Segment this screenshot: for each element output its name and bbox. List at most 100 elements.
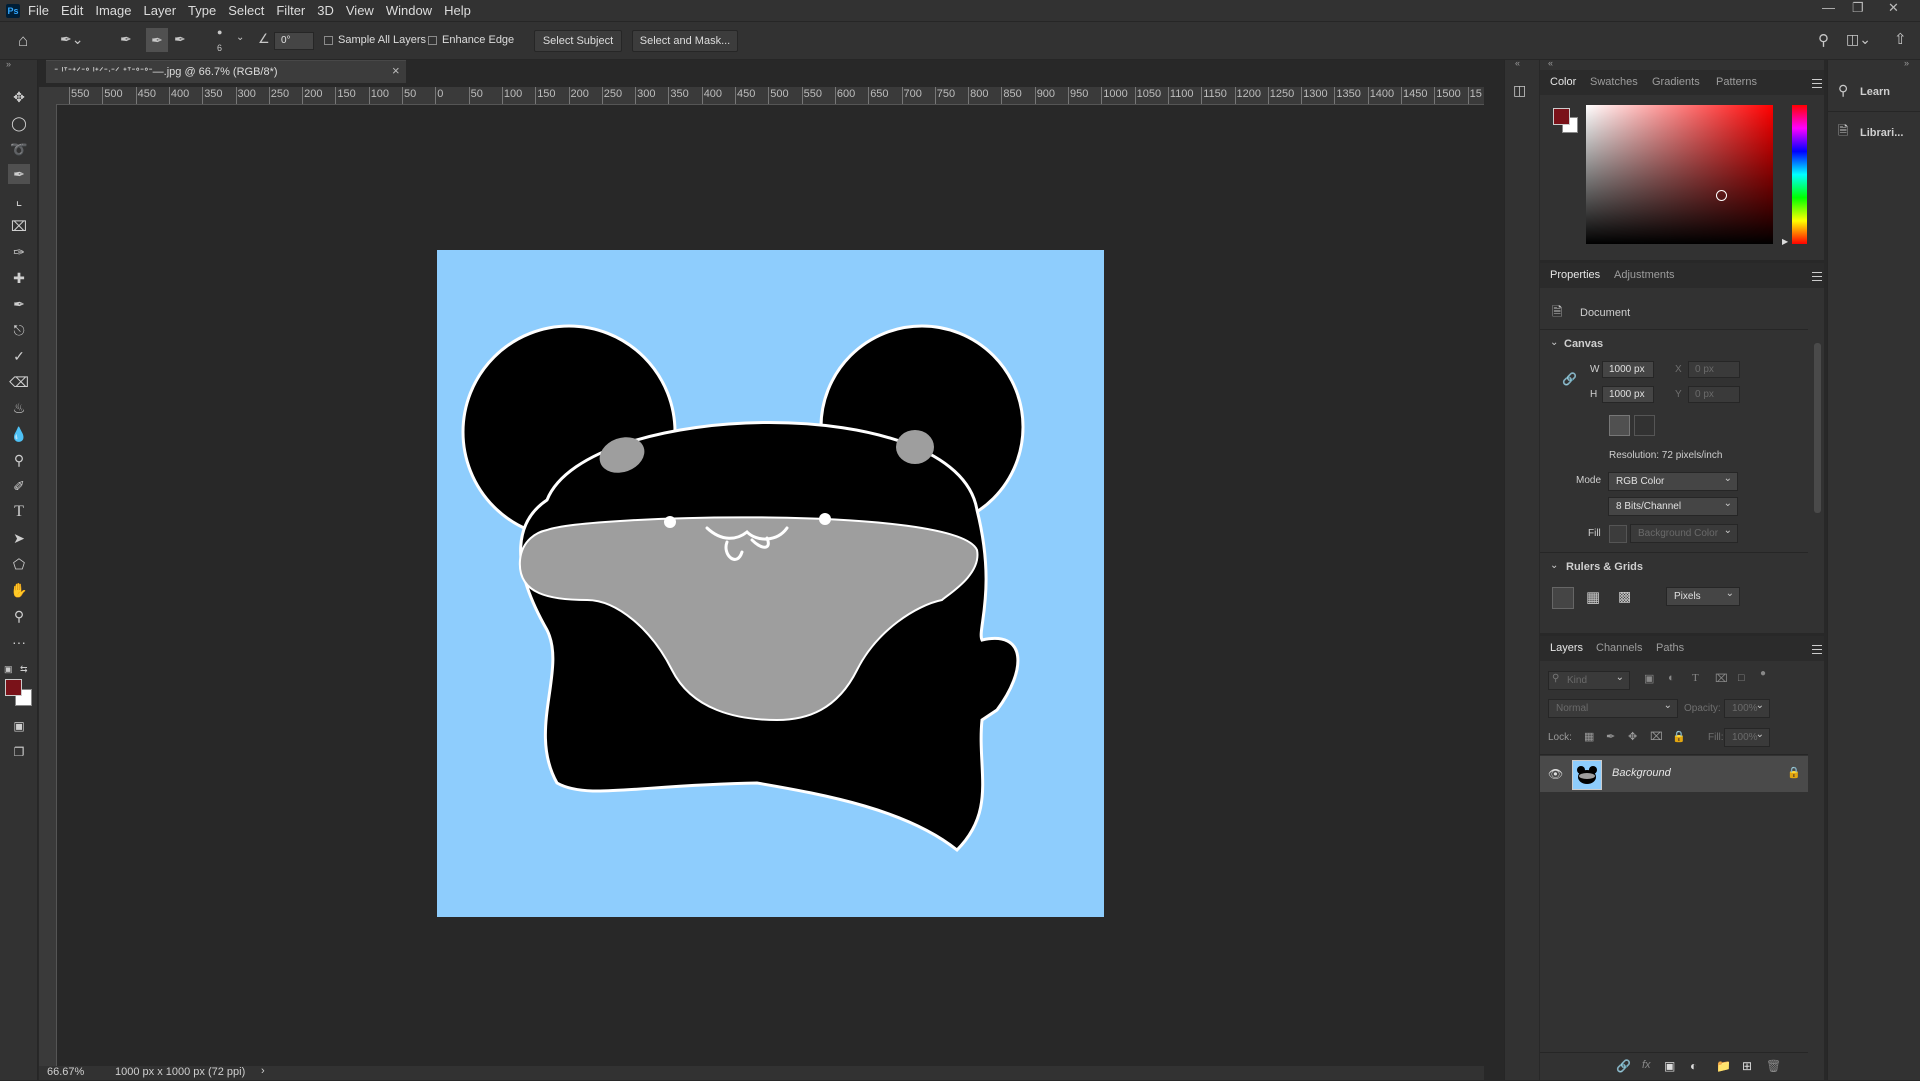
properties-scrollbar[interactable] (1814, 343, 1821, 513)
dodge-tool-icon[interactable]: ⚲ (8, 450, 30, 470)
learn-label[interactable]: Learn (1860, 86, 1890, 98)
fill-opacity-field[interactable]: 100% (1724, 726, 1770, 747)
collapse-right-icon[interactable]: » (1904, 58, 1909, 68)
angle-field[interactable]: 0° (274, 32, 314, 50)
menu-layer[interactable]: Layer (144, 3, 177, 18)
frame-tool-icon[interactable]: ⌧ (8, 216, 30, 236)
type-tool-icon[interactable]: T (8, 502, 30, 522)
opacity-field[interactable]: 100% (1724, 697, 1770, 718)
color-picker-cursor[interactable] (1716, 190, 1727, 201)
libraries-icon[interactable]: 🗎 (1838, 122, 1848, 144)
tab-swatches[interactable]: Swatches (1590, 76, 1638, 88)
document-info[interactable]: 1000 px x 1000 px (72 ppi) (115, 1066, 245, 1078)
close-window-icon[interactable]: ✕ (1888, 0, 1899, 16)
menu-filter[interactable]: Filter (276, 3, 305, 18)
ruler-origin[interactable] (39, 87, 56, 104)
sample-all-layers-label[interactable]: Sample All Layers (338, 34, 426, 46)
height-field[interactable]: 1000 px (1602, 386, 1654, 403)
home-icon[interactable]: ⌂ (18, 31, 28, 51)
foreground-color-swatch[interactable] (5, 679, 22, 696)
brush-dropdown-icon[interactable]: ⌄ (236, 32, 244, 43)
select-and-mask-button[interactable]: Select and Mask... (632, 30, 738, 52)
pen-tool-icon[interactable]: ✐ (8, 476, 30, 496)
canvas-section-title[interactable]: Canvas (1564, 338, 1603, 350)
horizontal-ruler[interactable]: 550 500 450 400 350 300 250 200 150 100 50 0 50 100 15… (56, 87, 1484, 105)
link-layers-icon[interactable]: 🔗 (1616, 1059, 1631, 1073)
canvas-chevron-icon[interactable]: ⌄ (1550, 337, 1558, 348)
adjustment-layer-icon[interactable]: ◐ (1690, 1059, 1697, 1073)
menu-select[interactable]: Select (228, 3, 264, 18)
swap-colors-icon[interactable]: ⇆ (20, 664, 28, 675)
tab-properties[interactable]: Properties (1550, 269, 1600, 281)
fill-select[interactable]: Background Color (1630, 522, 1738, 543)
menu-image[interactable]: Image (95, 3, 131, 18)
grid-toggle-icon[interactable]: ▦ (1586, 588, 1600, 606)
tab-paths[interactable]: Paths (1656, 642, 1684, 654)
lock-pixels-icon[interactable]: ✒ (1606, 730, 1615, 743)
collapse-panels-icon[interactable]: « (1548, 58, 1553, 68)
zoom-level[interactable]: 66.67% (47, 1066, 84, 1078)
marquee-tool-icon[interactable]: ◯ (8, 113, 30, 133)
menu-type[interactable]: Type (188, 3, 216, 18)
ruler-units-select[interactable]: Pixels (1666, 585, 1740, 606)
zoom-tool-icon[interactable]: ⚲ (8, 606, 30, 626)
new-selection-brush-icon[interactable]: ✒ (120, 31, 132, 48)
lock-transparent-icon[interactable]: ▦ (1584, 730, 1594, 743)
enhance-edge-checkbox[interactable] (428, 36, 437, 45)
tab-patterns[interactable]: Patterns (1716, 76, 1757, 88)
tab-adjustments[interactable]: Adjustments (1614, 269, 1675, 281)
tab-gradients[interactable]: Gradients (1652, 76, 1700, 88)
filter-smart-object-icon[interactable]: □ (1738, 672, 1745, 684)
subtract-selection-brush-icon[interactable]: ✒ (174, 31, 186, 48)
x-field[interactable]: 0 px (1688, 361, 1740, 378)
collapse-toolbar-icon[interactable]: » (6, 59, 11, 69)
layer-visibility-eye-icon[interactable]: 👁 (1548, 767, 1563, 781)
blur-tool-icon[interactable]: 💧 (8, 424, 30, 444)
bit-depth-select[interactable]: 8 Bits/Channel (1608, 495, 1738, 516)
y-field[interactable]: 0 px (1688, 386, 1740, 403)
lock-artboard-icon[interactable]: ⌧ (1650, 730, 1663, 743)
restore-icon[interactable]: ❐ (1852, 0, 1864, 16)
brush-dot-icon[interactable]: ● (217, 27, 222, 37)
move-tool-icon[interactable]: ✥ (8, 87, 30, 107)
paint-bucket-tool-icon[interactable]: ♨ (8, 398, 30, 418)
hand-tool-icon[interactable]: ✋ (8, 580, 30, 600)
screen-mode-icon[interactable]: ❐ (8, 742, 30, 762)
layer-kind-filter[interactable]: Kind (1548, 669, 1630, 690)
close-document-icon[interactable]: × (392, 63, 400, 78)
menu-edit[interactable]: Edit (61, 3, 83, 18)
link-dimensions-icon[interactable]: 🔗 (1562, 372, 1577, 386)
fill-color-swatch[interactable] (1609, 525, 1627, 543)
share-icon[interactable]: ⇧ (1894, 30, 1907, 48)
brush-size-value[interactable]: 6 (217, 43, 222, 53)
tab-color[interactable]: Color (1550, 76, 1576, 88)
filter-pixel-icon[interactable]: ▣ (1644, 672, 1654, 685)
new-group-icon[interactable]: 📁 (1716, 1059, 1731, 1073)
menu-window[interactable]: Window (386, 3, 432, 18)
color-field[interactable] (1586, 105, 1773, 244)
collapse-icon-strip-icon[interactable]: « (1515, 58, 1520, 68)
layer-style-icon[interactable]: fx (1642, 1059, 1651, 1071)
filter-type-icon[interactable]: T (1692, 672, 1699, 684)
filter-adjustment-icon[interactable]: ◐ (1668, 672, 1675, 684)
document-canvas[interactable] (437, 250, 1104, 917)
menu-3d[interactable]: 3D (317, 3, 334, 18)
sample-all-layers-checkbox[interactable] (324, 36, 333, 45)
layers-menu-icon[interactable] (1812, 645, 1822, 654)
hue-slider-handle-icon[interactable]: ▶ (1782, 237, 1788, 246)
add-selection-brush-icon[interactable]: ✒ (146, 28, 168, 52)
layer-lock-icon[interactable]: 🔒 (1787, 766, 1801, 779)
history-panel-icon[interactable]: ◫ (1513, 82, 1526, 99)
brush-tool-icon[interactable]: ✒ (8, 294, 30, 314)
quick-selection-tool-icon[interactable]: ✒ (8, 164, 30, 184)
blend-mode-select[interactable]: Normal (1548, 697, 1678, 718)
ruler-toggle-icon[interactable] (1552, 587, 1574, 609)
healing-brush-tool-icon[interactable]: ✚ (8, 268, 30, 288)
filter-toggle-icon[interactable]: ● (1760, 668, 1766, 679)
add-mask-icon[interactable]: ▣ (1664, 1059, 1675, 1073)
path-selection-tool-icon[interactable]: ➤ (8, 528, 30, 548)
search-icon[interactable]: ⚲ (1818, 31, 1829, 49)
libraries-label[interactable]: Librari... (1860, 127, 1903, 139)
menu-file[interactable]: File (28, 3, 49, 18)
color-panel-menu-icon[interactable] (1812, 79, 1822, 88)
